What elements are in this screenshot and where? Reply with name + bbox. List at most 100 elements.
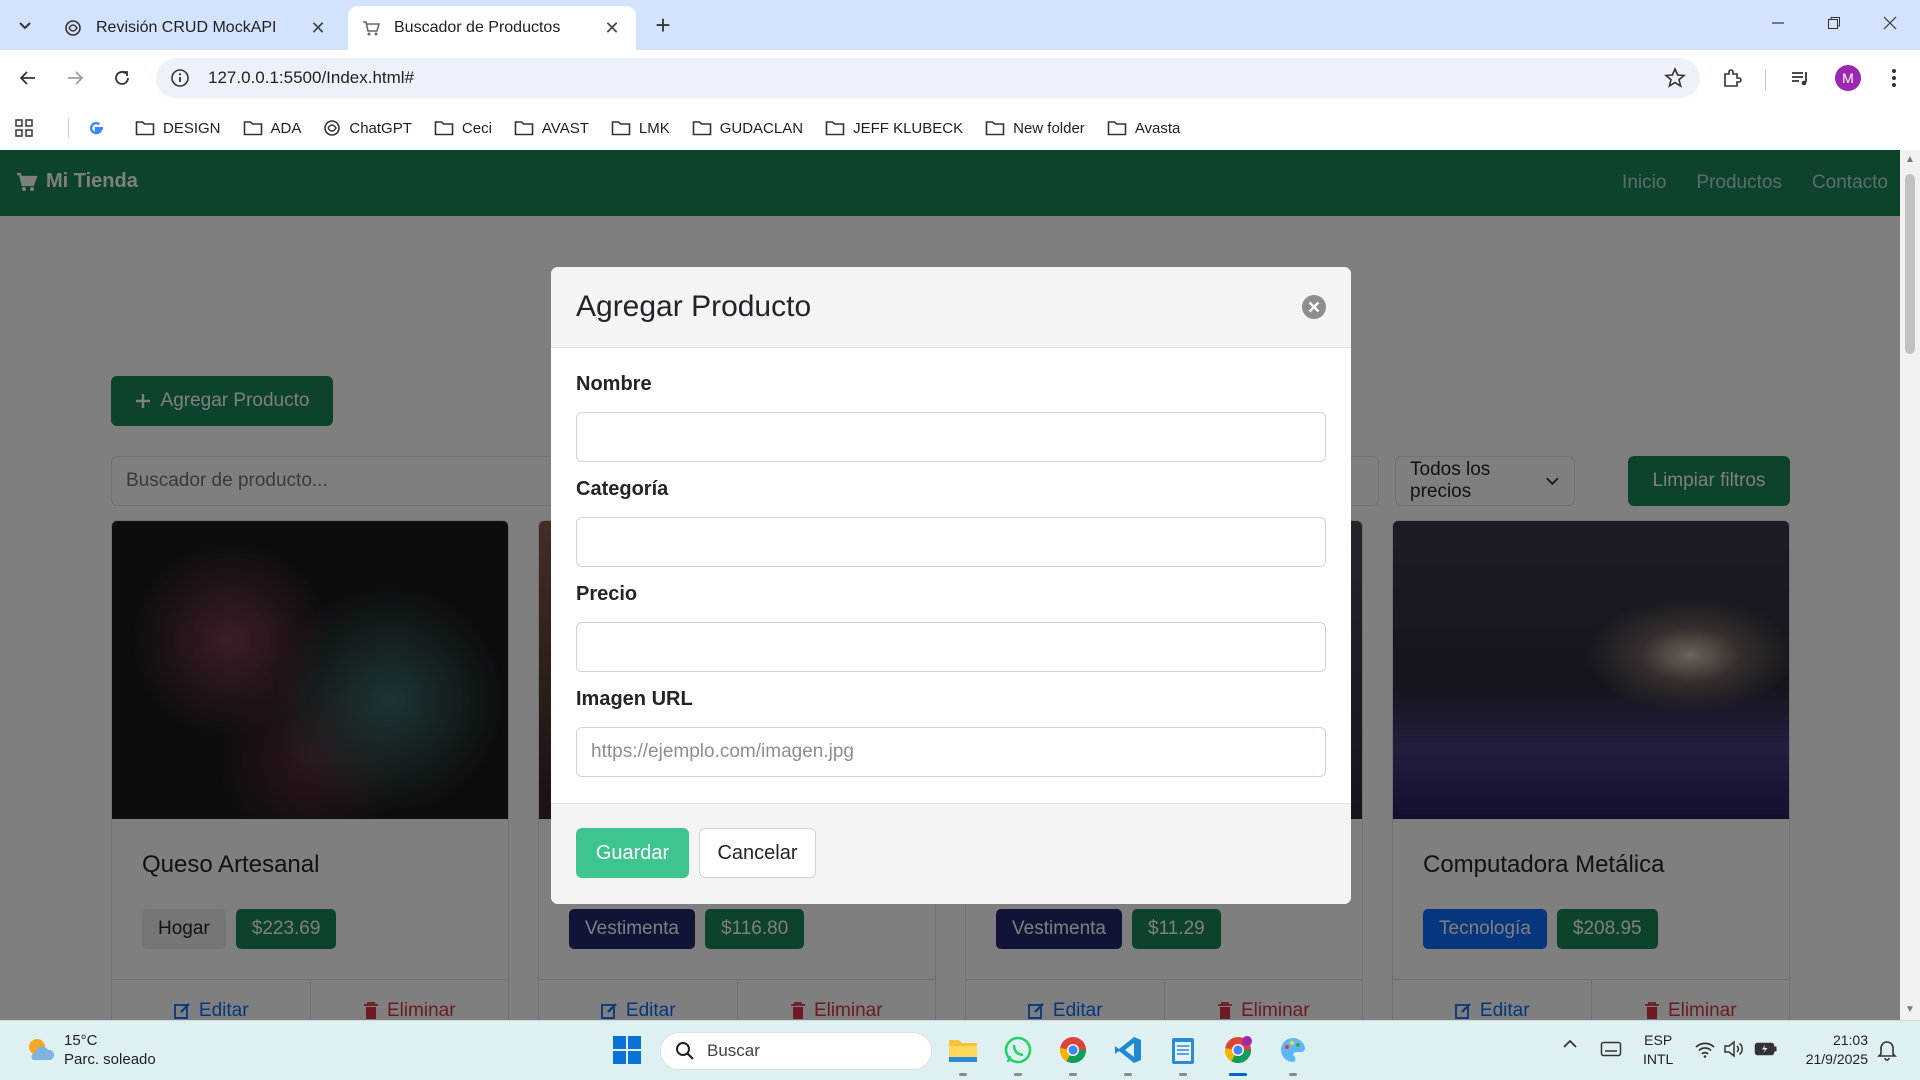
minimize-button[interactable]: [1750, 0, 1806, 46]
google-bookmark[interactable]: [87, 119, 113, 137]
arrow-right-icon: [68, 71, 84, 85]
taskbar-search[interactable]: Buscar: [660, 1032, 932, 1070]
chatgpt-icon: [324, 120, 341, 136]
scroll-down-icon[interactable]: ▼: [1904, 1004, 1916, 1016]
folder-icon: [692, 121, 712, 136]
page-viewport: Mi Tienda Inicio Productos Contacto Agre…: [0, 150, 1900, 1020]
bookmark-label: AVAST: [541, 119, 589, 137]
bookmark-label: ADA: [270, 119, 302, 137]
scroll-up-icon[interactable]: ▲: [1904, 154, 1916, 166]
windows-start-icon[interactable]: [612, 1035, 642, 1065]
tab-title: Buscador de Productos: [394, 19, 561, 36]
save-button[interactable]: Guardar: [576, 828, 689, 878]
bookmark-avast[interactable]: AVAST: [514, 120, 589, 137]
folder-icon: [243, 121, 262, 136]
address-bar[interactable]: 127.0.0.1:5500/Index.html#: [156, 58, 1700, 98]
notepad-app[interactable]: [1166, 1033, 1200, 1067]
bookmark-chatgpt[interactable]: ChatGPT: [323, 119, 412, 137]
search-icon: [676, 1042, 694, 1060]
menu-button[interactable]: [1878, 62, 1910, 94]
label-categoria: Categoría: [576, 478, 669, 500]
forward-button[interactable]: [59, 62, 91, 94]
keyboard-layout: INTL: [1643, 1051, 1674, 1067]
notifications-button[interactable]: [1876, 1039, 1898, 1061]
weather-widget[interactable]: 15°C Parc. soleado: [24, 1031, 156, 1069]
show-hidden-icons[interactable]: [1562, 1039, 1578, 1049]
toolbar-divider: [1765, 70, 1766, 90]
apps-button[interactable]: [14, 118, 42, 138]
tab-search-button[interactable]: [8, 8, 42, 42]
input-indicator[interactable]: [1600, 1040, 1622, 1058]
running-indicator: [959, 1073, 967, 1076]
folder-icon: [514, 121, 534, 136]
language-indicator[interactable]: ESP INTL: [1643, 1031, 1673, 1069]
close-icon[interactable]: [1301, 294, 1327, 320]
scroll-thumb[interactable]: [1905, 174, 1915, 354]
profile-avatar[interactable]: M: [1835, 65, 1861, 91]
extensions-button[interactable]: [1716, 62, 1748, 94]
close-icon[interactable]: ✕: [308, 18, 328, 38]
chrome-app[interactable]: [1056, 1033, 1090, 1067]
wifi-status[interactable]: [1694, 1040, 1716, 1058]
chrome-icon: [1224, 1036, 1252, 1064]
taskbar-clock[interactable]: 21:03 21/9/2025: [1796, 1031, 1868, 1069]
categoria-input[interactable]: [576, 517, 1326, 567]
whatsapp-icon: [1004, 1036, 1032, 1064]
battery-status[interactable]: [1754, 1041, 1778, 1057]
paint-app[interactable]: [1276, 1033, 1310, 1067]
chrome-profile-app[interactable]: [1221, 1033, 1255, 1067]
imagen-url-input[interactable]: https://ejemplo.com/imagen.jpg: [576, 727, 1326, 777]
tab-strip: Revisión CRUD MockAPI ✕ Buscador de Prod…: [0, 0, 1920, 50]
playlist-icon: [1792, 72, 1807, 86]
whatsapp-app[interactable]: [1001, 1033, 1035, 1067]
tab-title: Revisión CRUD MockAPI: [96, 19, 277, 36]
add-product-modal: Agregar Producto Nombre Categoría Precio…: [551, 267, 1351, 904]
reload-button[interactable]: [106, 62, 138, 94]
bookmarks-bar: DESIGN ADA ChatGPT Ceci AVAST LMK GUDACL…: [0, 106, 1920, 150]
bookmark-design[interactable]: DESIGN: [135, 120, 221, 137]
google-icon: [90, 121, 103, 135]
browser-toolbar: 127.0.0.1:5500/Index.html# M: [0, 50, 1920, 106]
bookmark-ada[interactable]: ADA: [243, 119, 302, 137]
tab-revision-crud[interactable]: Revisión CRUD MockAPI ✕: [50, 6, 342, 50]
running-indicator: [1124, 1073, 1132, 1076]
media-control-button[interactable]: [1784, 62, 1816, 94]
running-indicator: [1014, 1073, 1022, 1076]
imagen-url-placeholder: https://ejemplo.com/imagen.jpg: [591, 741, 854, 762]
weather-description: Parc. soleado: [64, 1051, 156, 1068]
cancel-button[interactable]: Cancelar: [699, 828, 816, 878]
nombre-input[interactable]: [576, 412, 1326, 462]
notepad-icon: [1172, 1038, 1194, 1064]
battery-charging-icon: [1754, 1042, 1777, 1056]
restore-button[interactable]: [1806, 0, 1862, 46]
restore-icon: [1828, 17, 1840, 29]
active-indicator: [1229, 1073, 1247, 1076]
bookmark-jeff-klubeck[interactable]: JEFF KLUBECK: [825, 120, 963, 137]
label-precio: Precio: [576, 583, 638, 605]
puzzle-icon: [1724, 69, 1742, 87]
label-imagen-url: Imagen URL: [576, 688, 693, 710]
file-explorer-app[interactable]: [946, 1033, 980, 1067]
bookmark-ceci[interactable]: Ceci: [434, 120, 492, 137]
running-indicator: [1179, 1073, 1187, 1076]
vscode-app[interactable]: [1111, 1033, 1145, 1067]
palette-icon: [1281, 1037, 1306, 1062]
bookmark-star-icon[interactable]: [1664, 67, 1686, 89]
volume-status[interactable]: [1723, 1040, 1743, 1058]
keyboard-icon: [1600, 1041, 1622, 1057]
page-scrollbar[interactable]: ▲ ▼: [1900, 150, 1920, 1020]
info-icon[interactable]: [170, 68, 190, 88]
modal-footer: Guardar Cancelar: [551, 803, 1351, 904]
bookmark-new-folder[interactable]: New folder: [985, 120, 1085, 137]
bookmark-avasta[interactable]: Avasta: [1107, 120, 1180, 137]
running-indicator: [1289, 1073, 1297, 1076]
tab-buscador-productos[interactable]: Buscador de Productos ✕: [348, 6, 636, 50]
bookmark-gudaclan[interactable]: GUDACLAN: [692, 120, 803, 137]
bookmark-label: LMK: [638, 119, 670, 137]
precio-input[interactable]: [576, 622, 1326, 672]
bookmark-lmk[interactable]: LMK: [611, 120, 670, 137]
close-icon[interactable]: ✕: [602, 18, 622, 38]
back-button[interactable]: [12, 62, 44, 94]
new-tab-button[interactable]: +: [648, 10, 678, 40]
close-window-button[interactable]: [1862, 0, 1918, 46]
